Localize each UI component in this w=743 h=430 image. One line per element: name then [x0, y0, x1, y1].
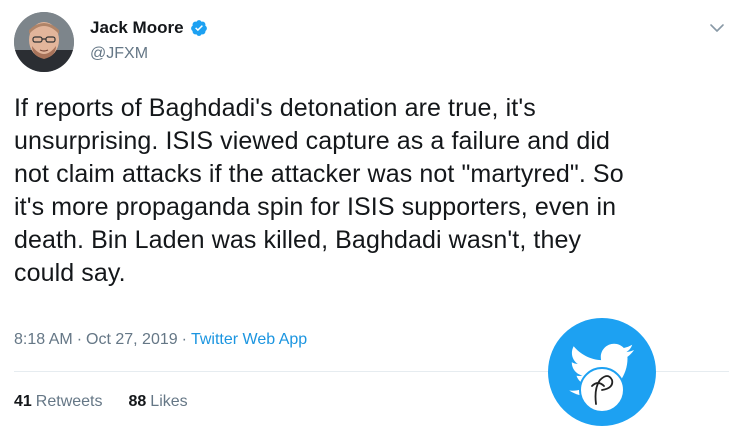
author-handle[interactable]: @JFXM — [90, 44, 148, 64]
tweet-text-line: not claim attacks if the attacker was no… — [14, 160, 624, 188]
tweet-metadata: 8:18 AM · Oct 27, 2019 · Twitter Web App — [14, 330, 307, 350]
author-name-row: Jack Moore — [90, 17, 208, 39]
tweet-text-line: unsurprising. ISIS viewed capture as a f… — [14, 127, 611, 155]
tweet-stats: 41 Retweets 88 Likes — [14, 392, 188, 412]
meta-separator: · — [76, 331, 83, 348]
tweet-text-line: could say. — [14, 259, 126, 287]
tweet-time[interactable]: 8:18 AM — [14, 330, 73, 350]
retweets-label: Retweets — [35, 393, 103, 410]
chevron-down-icon[interactable] — [709, 20, 725, 36]
tweet-text-line: If reports of Baghdadi's detonation are … — [14, 94, 536, 122]
author-display-name[interactable]: Jack Moore — [90, 17, 184, 39]
retweets-stat[interactable]: 41 Retweets — [14, 392, 103, 412]
avatar-photo — [14, 12, 74, 72]
retweets-count: 41 — [14, 393, 32, 410]
tweet-card: Jack Moore @JFXM If reports of Baghdadi'… — [0, 0, 743, 430]
tweet-date[interactable]: Oct 27, 2019 — [86, 330, 178, 350]
verified-badge-icon — [190, 20, 207, 36]
tweet-text-line: death. Bin Laden was killed, Baghdadi wa… — [14, 226, 582, 254]
avatar[interactable] — [14, 12, 74, 72]
tweet-text-line: it's more propaganda spin for ISIS suppo… — [14, 193, 617, 221]
bird-logo-watermark — [548, 318, 656, 426]
tweet-text: If reports of Baghdadi's detonation are … — [14, 92, 724, 290]
likes-label: Likes — [150, 393, 188, 410]
likes-count: 88 — [128, 393, 147, 410]
likes-stat[interactable]: 88 Likes — [129, 392, 188, 412]
meta-separator: · — [181, 331, 187, 348]
tweet-source-link[interactable]: Twitter Web App — [191, 330, 307, 350]
